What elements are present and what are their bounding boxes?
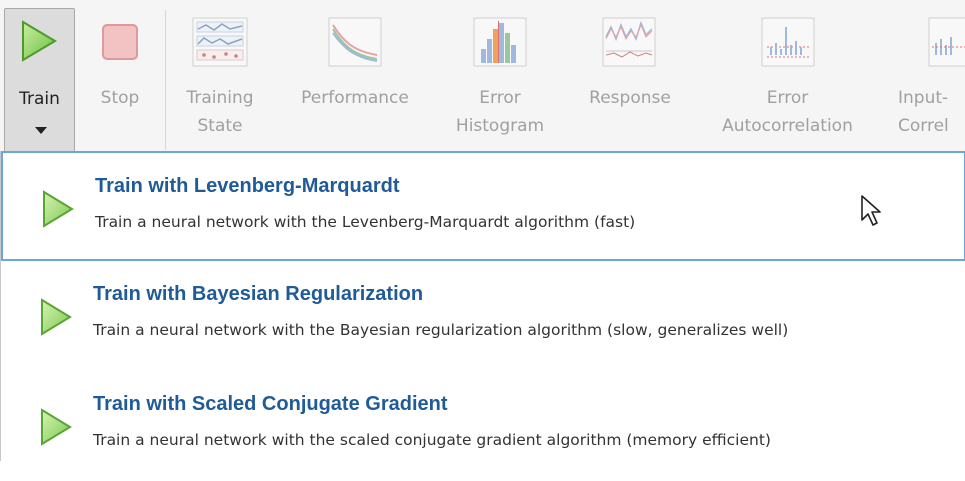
training-state-label-line1: Training [186, 88, 254, 108]
chevron-down-icon [35, 127, 47, 134]
error-histogram-label-line1: Error [479, 88, 521, 108]
menu-item-title: Train with Bayesian Regularization [93, 283, 424, 305]
performance-plot-icon [328, 17, 382, 67]
stop-button[interactable]: Stop [80, 0, 160, 152]
training-state-plot-icon [192, 17, 248, 67]
mouse-pointer-icon [861, 195, 881, 226]
train-dropdown-menu: Train with Levenberg-Marquardt Train a n… [0, 151, 965, 461]
input-error-correlation-label-line2: Correl [898, 116, 949, 136]
toolbar-separator [165, 10, 166, 150]
input-error-correlation-button[interactable]: Input- Correl [880, 0, 965, 152]
training-state-label-line2: State [197, 116, 243, 136]
toolstrip: Train Stop Training State Performance Er… [0, 0, 965, 154]
response-label: Response [589, 88, 671, 108]
correlation-plot-icon [928, 17, 965, 67]
menu-item-scaled-conjugate-gradient[interactable]: Train with Scaled Conjugate Gradient Tra… [1, 371, 965, 481]
error-histogram-button[interactable]: Error Histogram [445, 0, 555, 152]
stop-icon [102, 24, 138, 60]
error-autocorrelation-label-line2: Autocorrelation [722, 116, 853, 136]
menu-item-title: Train with Levenberg-Marquardt [95, 175, 400, 197]
menu-item-description: Train a neural network with the Levenber… [95, 213, 636, 231]
menu-item-description: Train a neural network with the scaled c… [93, 431, 771, 449]
menu-item-bayesian-regularization[interactable]: Train with Bayesian Regularization Train… [1, 261, 965, 371]
play-icon [43, 190, 74, 228]
response-button[interactable]: Response [570, 0, 690, 152]
autocorrelation-icon [761, 17, 815, 67]
menu-item-title: Train with Scaled Conjugate Gradient [93, 393, 448, 415]
error-autocorrelation-button[interactable]: Error Autocorrelation [705, 0, 870, 152]
train-button-label: Train [19, 89, 60, 109]
training-state-button[interactable]: Training State [170, 0, 270, 152]
error-autocorrelation-label-line1: Error [766, 88, 809, 108]
response-plot-icon [602, 17, 656, 67]
stop-button-label: Stop [100, 88, 140, 108]
menu-item-description: Train a neural network with the Bayesian… [93, 321, 789, 339]
train-dropdown-button[interactable]: Train [4, 8, 75, 154]
menu-item-levenberg-marquardt[interactable]: Train with Levenberg-Marquardt Train a n… [1, 151, 965, 261]
performance-label: Performance [301, 88, 409, 108]
play-icon [22, 20, 57, 62]
histogram-icon [473, 17, 527, 67]
play-icon [41, 408, 72, 446]
input-error-correlation-label-line1: Input- [898, 88, 949, 108]
play-icon [41, 298, 72, 336]
error-histogram-label-line2: Histogram [455, 116, 545, 136]
performance-button[interactable]: Performance [280, 0, 430, 152]
